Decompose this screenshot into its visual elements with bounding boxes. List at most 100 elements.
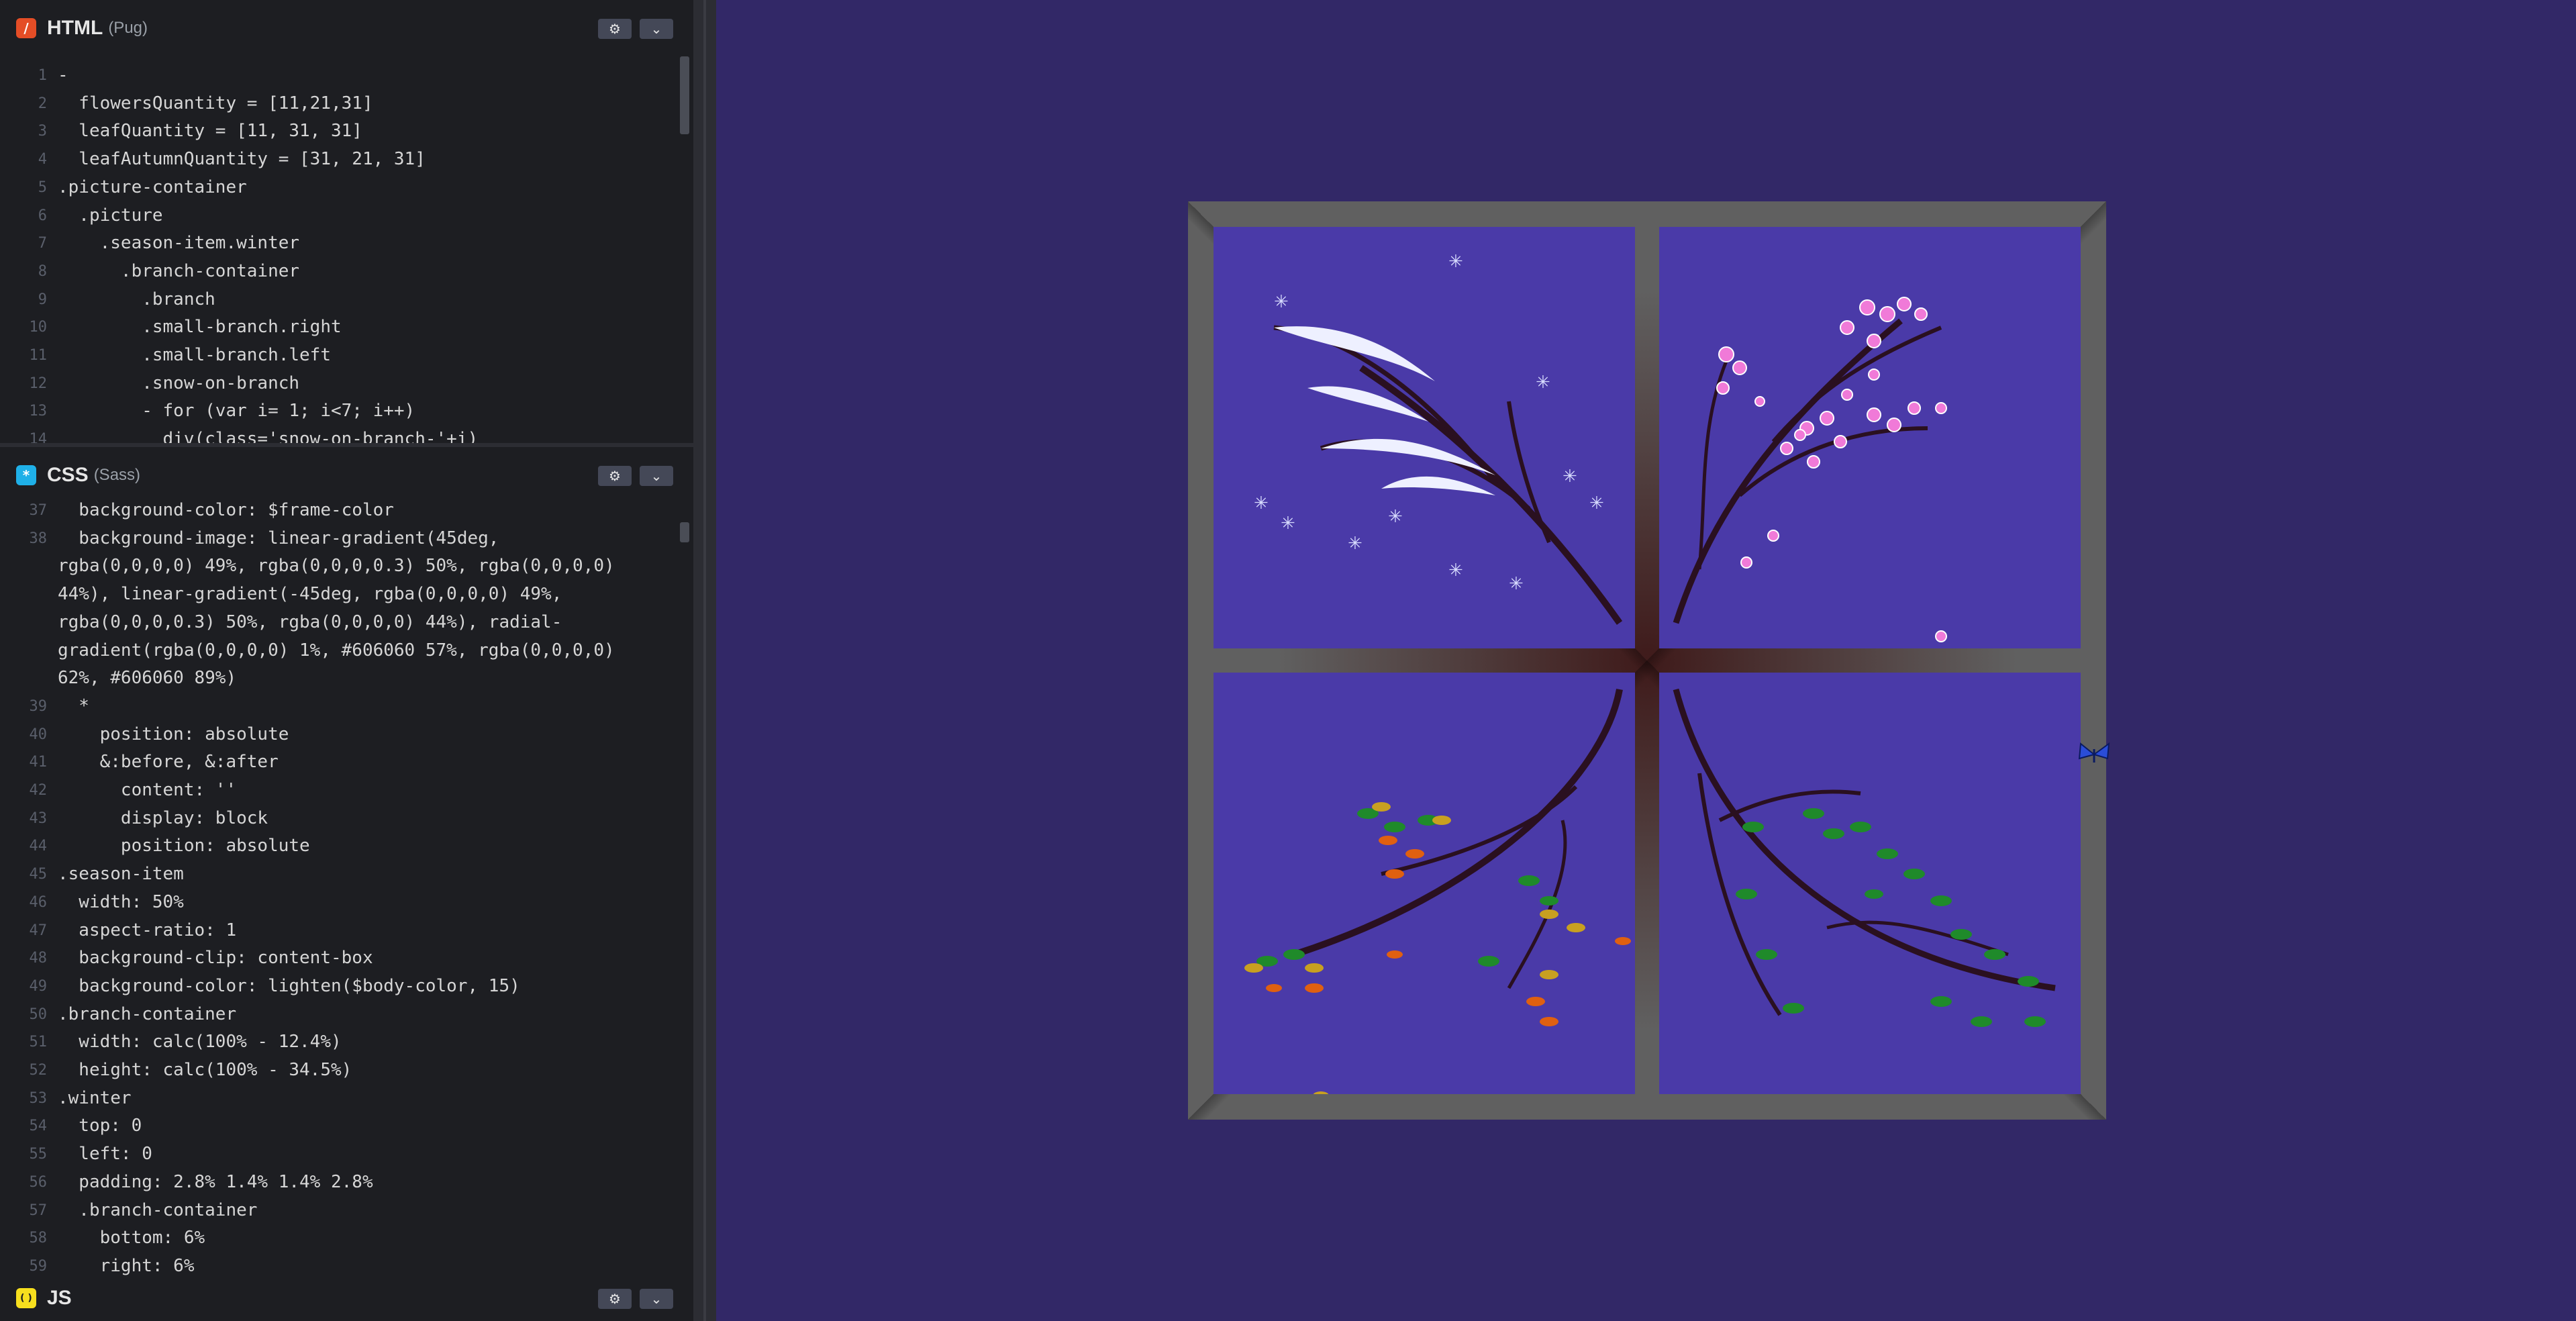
svg-text:✳: ✳ <box>1274 292 1289 312</box>
line-number: 9 <box>38 291 47 308</box>
svg-text:✳: ✳ <box>1281 513 1295 534</box>
line-number: 5 <box>38 179 47 196</box>
line-number: 43 <box>29 810 48 827</box>
code-line: - for (var i= 1; i<7; i++) <box>58 401 415 422</box>
html-panel-title: HTML <box>47 17 103 39</box>
svg-text:✳: ✳ <box>1589 493 1604 513</box>
line-number: 4 <box>38 151 47 168</box>
code-line: padding: 2.8% 1.4% 1.4% 2.8% <box>58 1171 373 1192</box>
js-badge-icon: ( ) <box>16 1288 36 1308</box>
code-line: rgba(0,0,0,0) 49%, rgba(0,0,0,0.3) 50%, … <box>58 556 615 577</box>
html-preprocessor-label: (Pug) <box>108 19 148 37</box>
code-line: * <box>58 695 89 716</box>
code-line: bottom: 6% <box>58 1228 205 1249</box>
code-line: - <box>58 65 68 85</box>
html-badge-icon: / <box>16 18 36 38</box>
line-number: 40 <box>29 726 48 743</box>
code-line: .winter <box>58 1087 132 1108</box>
line-number: 57 <box>29 1202 48 1219</box>
line-number: 52 <box>29 1062 48 1079</box>
svg-text:✳: ✳ <box>1254 493 1269 513</box>
editor-resize-handle[interactable] <box>693 0 716 1321</box>
code-line: .season-item <box>58 864 184 885</box>
code-line: position: absolute <box>58 836 310 857</box>
line-number: 10 <box>29 319 48 336</box>
code-line: .picture <box>58 205 163 226</box>
line-number: 7 <box>38 235 47 252</box>
line-number: 50 <box>29 1006 48 1023</box>
js-settings-button[interactable]: ⚙ <box>598 1289 632 1309</box>
code-line: height: calc(100% - 34.5%) <box>58 1060 352 1080</box>
html-settings-button[interactable]: ⚙ <box>598 19 632 39</box>
autumn-leaves-icon <box>1244 689 1631 1099</box>
css-settings-button[interactable]: ⚙ <box>598 466 632 486</box>
code-line: top: 0 <box>58 1116 142 1136</box>
line-number: 3 <box>38 123 47 140</box>
code-line: leafAutumnQuantity = [31, 21, 31] <box>58 149 426 170</box>
line-number: 44 <box>29 838 48 855</box>
code-line: position: absolute <box>58 724 289 744</box>
line-number: 37 <box>29 502 48 519</box>
line-number: 45 <box>29 866 48 883</box>
js-collapse-button[interactable]: ⌄ <box>640 1289 673 1309</box>
css-panel-title: CSS <box>47 464 89 486</box>
winter-branch-icon: ✳ ✳ ✳ ✳ ✳ ✳ ✳ ✳ ✳ ✳ ✳ <box>1254 252 1623 625</box>
svg-text:✳: ✳ <box>1536 373 1550 393</box>
css-scrollbar[interactable] <box>680 522 689 542</box>
line-number: 42 <box>29 782 48 799</box>
svg-text:✳: ✳ <box>1563 467 1577 487</box>
css-badge-icon: * <box>16 465 36 485</box>
line-number: 51 <box>29 1034 48 1051</box>
summer-pane <box>1659 673 2081 1094</box>
line-number: 56 <box>29 1173 48 1191</box>
js-panel-header: ( ) JS ⚙ ⌄ <box>0 1275 693 1321</box>
summer-leaves-icon <box>1673 688 2056 1027</box>
html-code-area[interactable]: 1-2 flowersQuantity = [11,21,31] 3 leafQu… <box>0 62 693 443</box>
line-number: 8 <box>38 262 47 280</box>
line-number: 1 <box>38 67 47 84</box>
butterfly-icon[interactable] <box>2075 736 2113 773</box>
winter-pane: ✳ ✳ ✳ ✳ ✳ ✳ ✳ ✳ ✳ ✳ ✳ <box>1213 227 1635 648</box>
line-number: 55 <box>29 1146 48 1163</box>
code-line: leafQuantity = [11, 31, 31] <box>58 121 362 142</box>
code-line: rgba(0,0,0,0.3) 50%, rgba(0,0,0,0) 44%),… <box>58 611 562 632</box>
code-line: 62%, #606060 89%) <box>58 668 237 689</box>
code-line: .snow-on-branch <box>58 373 300 393</box>
line-number: 53 <box>29 1089 48 1107</box>
code-line: background-clip: content-box <box>58 948 373 969</box>
svg-text:✳: ✳ <box>1509 574 1524 594</box>
js-panel-title: JS <box>47 1287 72 1309</box>
svg-text:✳: ✳ <box>1388 507 1403 527</box>
line-number: 2 <box>38 95 47 112</box>
css-collapse-button[interactable]: ⌄ <box>640 466 673 486</box>
html-scrollbar[interactable] <box>680 56 689 134</box>
js-editor-panel: ( ) JS ⚙ ⌄ <box>0 1275 693 1321</box>
code-line: .small-branch.right <box>58 317 342 338</box>
code-line: .picture-container <box>58 177 247 197</box>
css-panel-header: * CSS (Sass) ⚙ ⌄ <box>0 447 693 503</box>
code-line: background-color: lighten($body-color, 1… <box>58 975 520 996</box>
css-editor-panel: * CSS (Sass) ⚙ ⌄ 37 background-color: $f… <box>0 443 693 1282</box>
code-line: .branch <box>58 289 215 309</box>
code-line: .branch-container <box>58 260 300 281</box>
code-line: div(class='snow-on-branch-'+i) <box>58 429 479 443</box>
code-line: display: block <box>58 808 268 828</box>
code-line: 44%), linear-gradient(-45deg, rgba(0,0,0… <box>58 584 562 605</box>
code-line: flowersQuantity = [11,21,31] <box>58 93 373 113</box>
line-number: 12 <box>29 375 48 392</box>
autumn-pane <box>1213 673 1635 1099</box>
code-line: .branch-container <box>58 1004 237 1024</box>
line-number: 54 <box>29 1118 48 1135</box>
code-line: &:before, &:after <box>58 752 279 773</box>
line-number: 41 <box>29 754 48 771</box>
html-collapse-button[interactable]: ⌄ <box>640 19 673 39</box>
css-preprocessor-label: (Sass) <box>93 466 141 484</box>
line-number: 46 <box>29 893 48 911</box>
code-editors: / HTML (Pug) ⚙ ⌄ 1-2 flowersQuantity = [… <box>0 0 693 1321</box>
code-line: width: 50% <box>58 891 184 912</box>
line-number: 38 <box>29 530 48 547</box>
svg-text:✳: ✳ <box>1348 534 1363 554</box>
line-number: 39 <box>29 697 48 715</box>
css-code-area[interactable]: 37 background-color: $frame-color 38 back… <box>0 497 693 1282</box>
code-line: background-color: $frame-color <box>58 500 394 520</box>
